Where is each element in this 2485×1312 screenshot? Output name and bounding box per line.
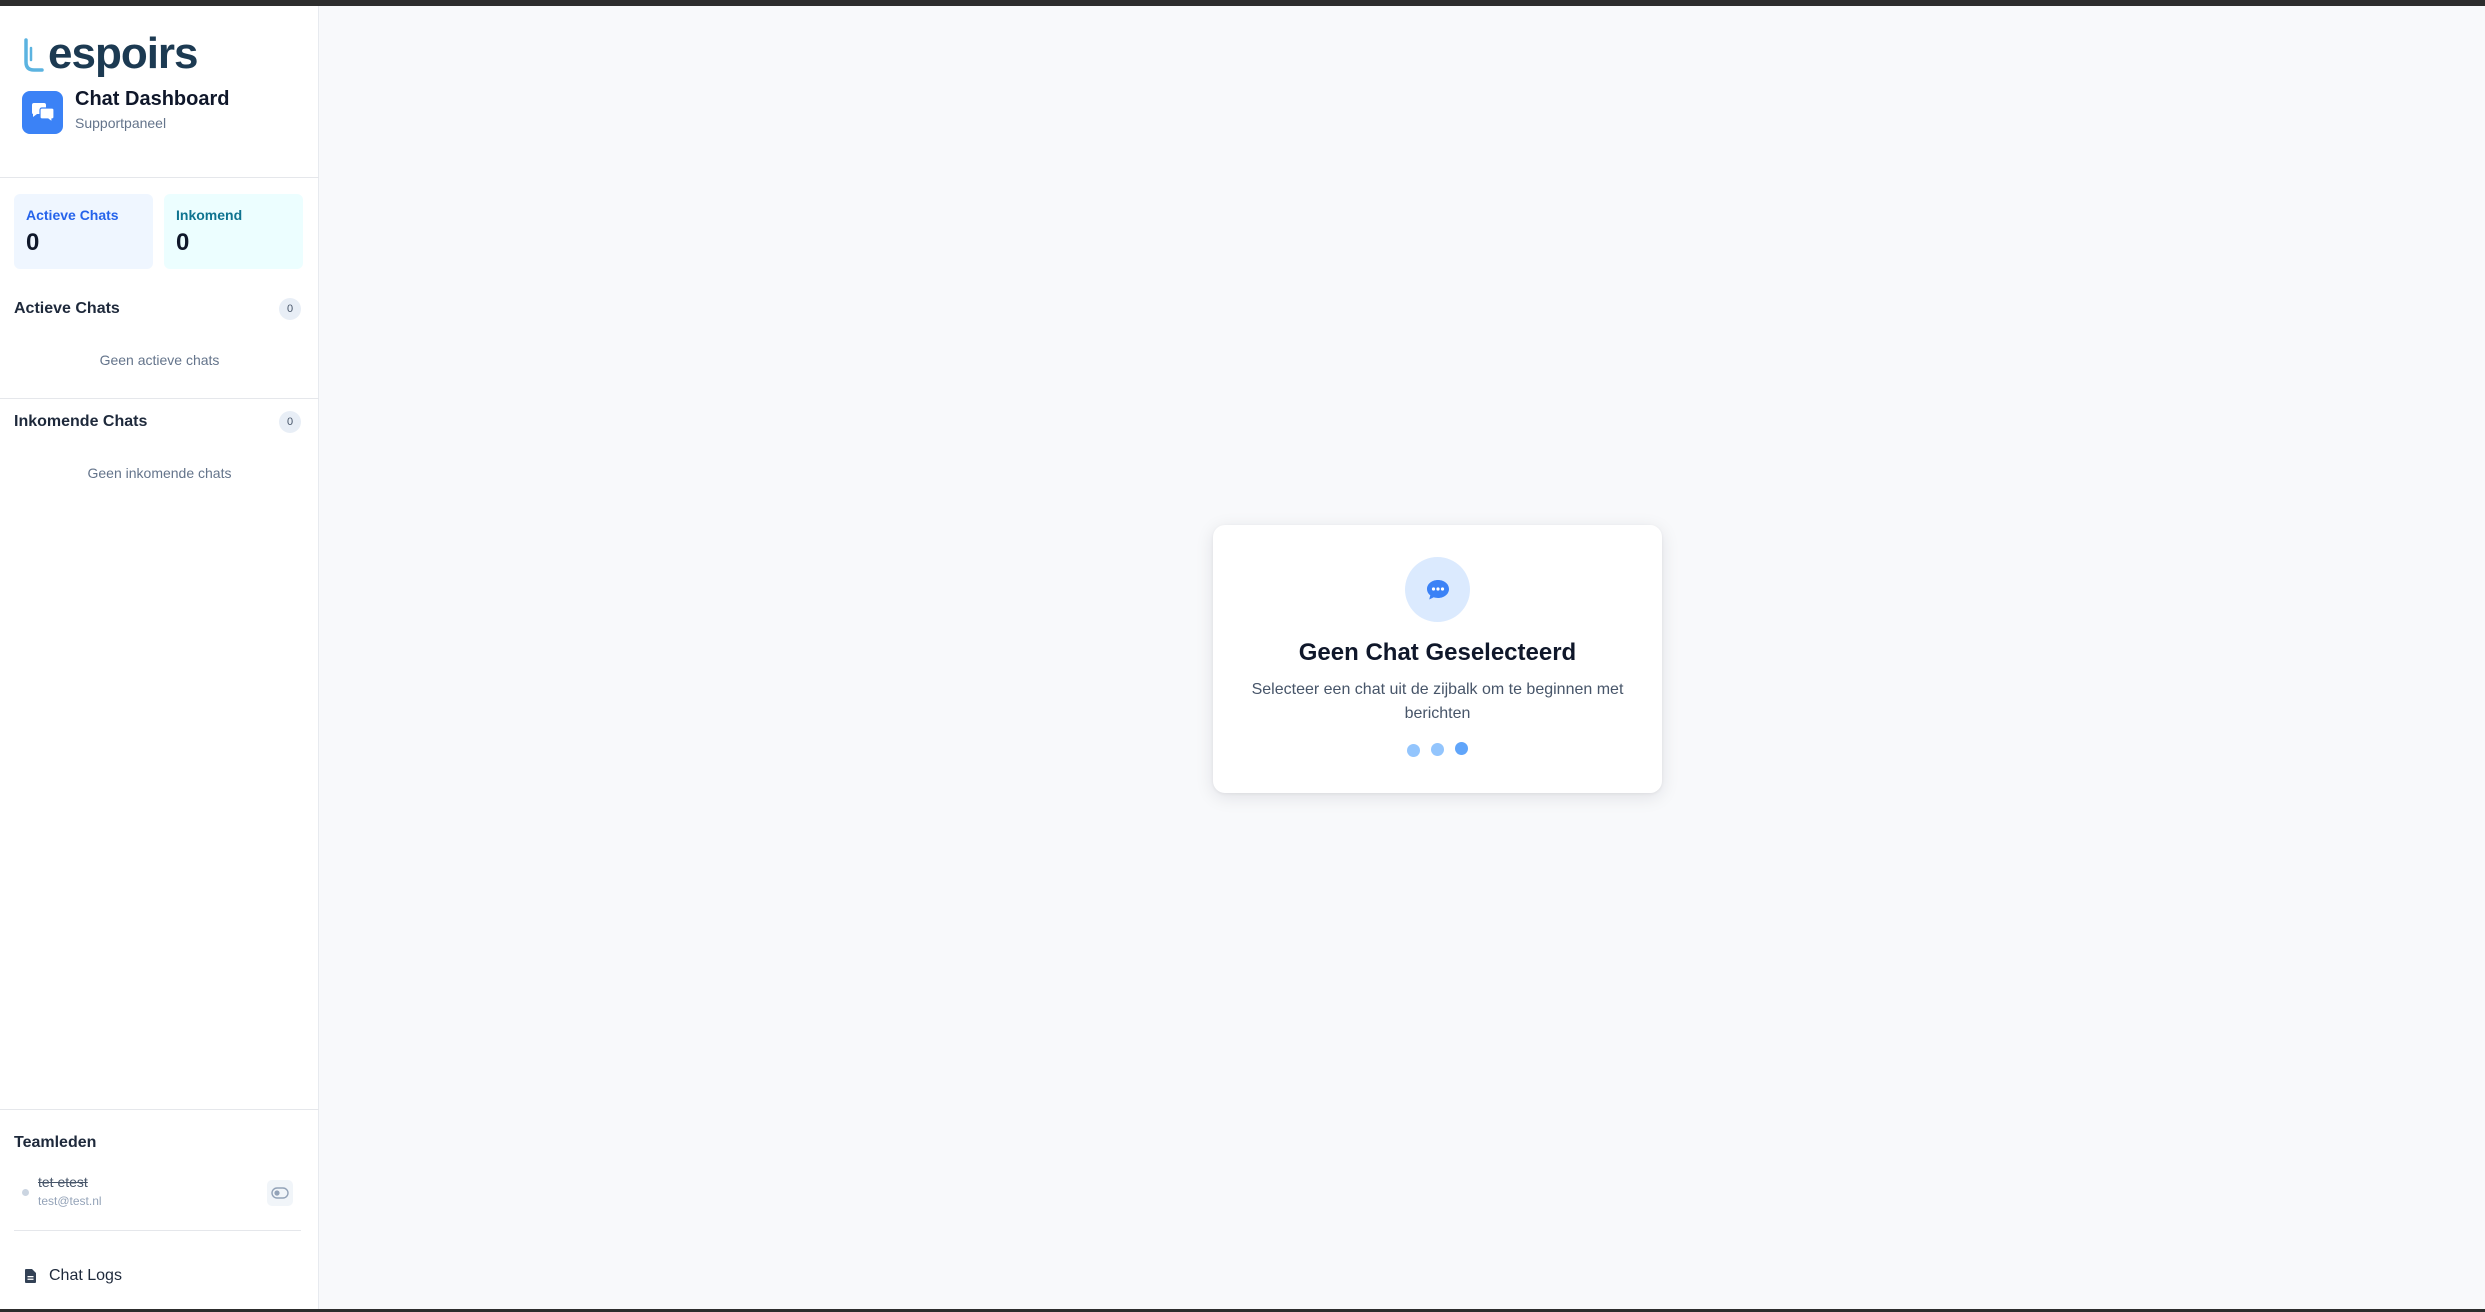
stat-active-chats: Actieve Chats 0 (14, 194, 153, 269)
section-active-chats: Actieve Chats 0 (14, 297, 301, 321)
footer-divider (14, 1230, 301, 1231)
chat-dots-icon (1405, 557, 1470, 622)
stat-label: Actieve Chats (26, 207, 119, 223)
empty-state-card: Geen Chat Geselecteerd Selecteer een cha… (1213, 525, 1662, 793)
section-title: Inkomende Chats (14, 413, 148, 430)
sidebar: espoirs Chat Dashboard Supportpaneel Act… (0, 6, 319, 1309)
loading-dot (1455, 742, 1468, 755)
section-incoming-chats: Inkomende Chats 0 (14, 410, 301, 434)
logo-mark-icon (24, 38, 44, 72)
stat-value: 0 (176, 229, 190, 256)
loading-dots (1213, 742, 1662, 757)
member-name: tet etest (38, 1174, 88, 1190)
logo-text: espoirs (48, 29, 199, 78)
chat-bubbles-icon (22, 91, 63, 134)
count-badge: 0 (279, 411, 301, 433)
section-divider (0, 398, 319, 399)
toggle-off-icon[interactable] (267, 1180, 293, 1206)
team-divider (0, 1109, 319, 1110)
empty-state-title: Geen Chat Geselecteerd (1298, 639, 1577, 666)
team-title: Teamleden (14, 1134, 97, 1151)
chat-logs-link[interactable]: Chat Logs (24, 1264, 122, 1288)
count-badge: 0 (279, 298, 301, 320)
brand-logo: espoirs (20, 26, 199, 78)
stat-incoming: Inkomend 0 (164, 194, 303, 269)
stat-value: 0 (26, 229, 40, 256)
chat-logs-label: Chat Logs (49, 1267, 122, 1284)
header-divider (0, 177, 319, 178)
loading-dot (1431, 743, 1444, 756)
member-email: test@test.nl (38, 1194, 102, 1208)
section-title: Actieve Chats (14, 300, 120, 317)
loading-dot (1407, 744, 1420, 757)
window-top-bar (0, 0, 2485, 6)
app-header: Chat Dashboard Supportpaneel (22, 86, 229, 134)
team-member: tet etest test@test.nl (14, 1172, 301, 1212)
app-subtitle: Supportpaneel (75, 115, 167, 131)
stat-label: Inkomend (176, 207, 243, 223)
empty-state-text: Selecteer een chat uit de zijbalk om te … (1251, 681, 1624, 722)
document-icon (25, 1269, 36, 1283)
empty-active-message: Geen actieve chats (99, 352, 220, 368)
empty-incoming-message: Geen inkomende chats (87, 465, 232, 481)
app-title: Chat Dashboard (75, 88, 230, 110)
status-dot (22, 1189, 29, 1196)
